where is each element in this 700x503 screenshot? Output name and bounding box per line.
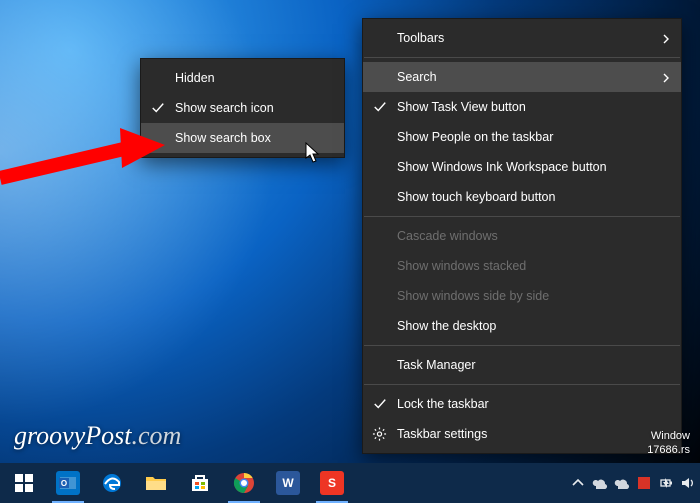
separator [364, 216, 680, 217]
menu-item-label: Task Manager [397, 358, 476, 372]
menu-item-label: Search [397, 70, 437, 84]
menu-item-label: Show Windows Ink Workspace button [397, 160, 607, 174]
tray-onedrive-icon-2[interactable] [614, 475, 630, 491]
svg-text:S: S [328, 476, 336, 490]
chevron-right-icon [661, 72, 671, 82]
gear-icon [372, 427, 387, 442]
menu-item-taskbar-settings[interactable]: Taskbar settings [363, 419, 681, 449]
menu-item-label: Show Task View button [397, 100, 526, 114]
taskbar-item-snagit[interactable]: S [310, 463, 354, 503]
menu-item-label: Show touch keyboard button [397, 190, 555, 204]
menu-item-side-by-side: Show windows side by side [363, 281, 681, 311]
menu-item-cascade-windows: Cascade windows [363, 221, 681, 251]
start-button[interactable] [2, 463, 46, 503]
file-explorer-icon [144, 471, 168, 495]
separator [364, 345, 680, 346]
checkmark-icon [151, 101, 165, 115]
taskbar-context-menu: Toolbars Search Show Task View button Sh… [362, 18, 682, 454]
edge-icon [100, 471, 124, 495]
tray-onedrive-icon[interactable] [592, 475, 608, 491]
menu-item-hidden[interactable]: Hidden [141, 63, 344, 93]
menu-item-label: Show the desktop [397, 319, 496, 333]
taskbar-item-outlook[interactable]: O [46, 463, 90, 503]
checkmark-icon [373, 100, 387, 114]
menu-item-label: Cascade windows [397, 229, 498, 243]
menu-item-label: Show search icon [175, 101, 274, 115]
tray-volume-icon[interactable] [680, 475, 696, 491]
menu-item-label: Show windows side by side [397, 289, 549, 303]
store-icon [188, 471, 212, 495]
search-submenu: Hidden Show search icon Show search box [140, 58, 345, 158]
menu-item-show-stacked: Show windows stacked [363, 251, 681, 281]
tray-chevron-up-icon[interactable] [570, 475, 586, 491]
taskbar-item-explorer[interactable] [134, 463, 178, 503]
menu-item-label: Show windows stacked [397, 259, 526, 273]
taskbar-item-chrome[interactable] [222, 463, 266, 503]
menu-item-label: Show search box [175, 131, 271, 145]
taskbar-item-store[interactable] [178, 463, 222, 503]
menu-item-lock-taskbar[interactable]: Lock the taskbar [363, 389, 681, 419]
menu-item-show-people[interactable]: Show People on the taskbar [363, 122, 681, 152]
svg-text:O: O [61, 479, 67, 488]
menu-item-label: Show People on the taskbar [397, 130, 553, 144]
menu-item-task-manager[interactable]: Task Manager [363, 350, 681, 380]
menu-item-label: Taskbar settings [397, 427, 487, 441]
checkmark-icon [373, 397, 387, 411]
menu-item-label: Hidden [175, 71, 215, 85]
winver-line-2: 17686.rs [647, 443, 690, 457]
svg-text:W: W [282, 476, 294, 490]
watermark-text-1: groovy [14, 421, 85, 450]
menu-item-toolbars[interactable]: Toolbars [363, 23, 681, 53]
menu-item-label: Lock the taskbar [397, 397, 489, 411]
tray-power-icon[interactable] [658, 475, 674, 491]
menu-item-show-ink[interactable]: Show Windows Ink Workspace button [363, 152, 681, 182]
winver-line-1: Window [647, 429, 690, 443]
taskbar[interactable]: O W S [0, 463, 700, 503]
windows-version-watermark: Window 17686.rs [647, 429, 690, 457]
menu-item-show-search-icon[interactable]: Show search icon [141, 93, 344, 123]
menu-item-show-desktop[interactable]: Show the desktop [363, 311, 681, 341]
watermark: groovyPost.com [14, 421, 181, 451]
menu-item-show-search-box[interactable]: Show search box [141, 123, 344, 153]
taskbar-item-edge[interactable] [90, 463, 134, 503]
word-icon: W [276, 471, 300, 495]
separator [364, 57, 680, 58]
separator [364, 384, 680, 385]
snagit-icon: S [320, 471, 344, 495]
chrome-icon [232, 471, 256, 495]
menu-item-label: Toolbars [397, 31, 444, 45]
menu-item-show-touch-keyboard[interactable]: Show touch keyboard button [363, 182, 681, 212]
tray-snagit-icon[interactable] [636, 475, 652, 491]
menu-item-show-task-view[interactable]: Show Task View button [363, 92, 681, 122]
windows-logo-icon [15, 474, 33, 492]
taskbar-item-word[interactable]: W [266, 463, 310, 503]
system-tray[interactable] [570, 463, 696, 503]
menu-item-search[interactable]: Search [363, 62, 681, 92]
watermark-text-3: .com [131, 421, 181, 450]
outlook-icon: O [56, 471, 80, 495]
chevron-right-icon [661, 33, 671, 43]
watermark-text-2: Post [85, 421, 131, 450]
